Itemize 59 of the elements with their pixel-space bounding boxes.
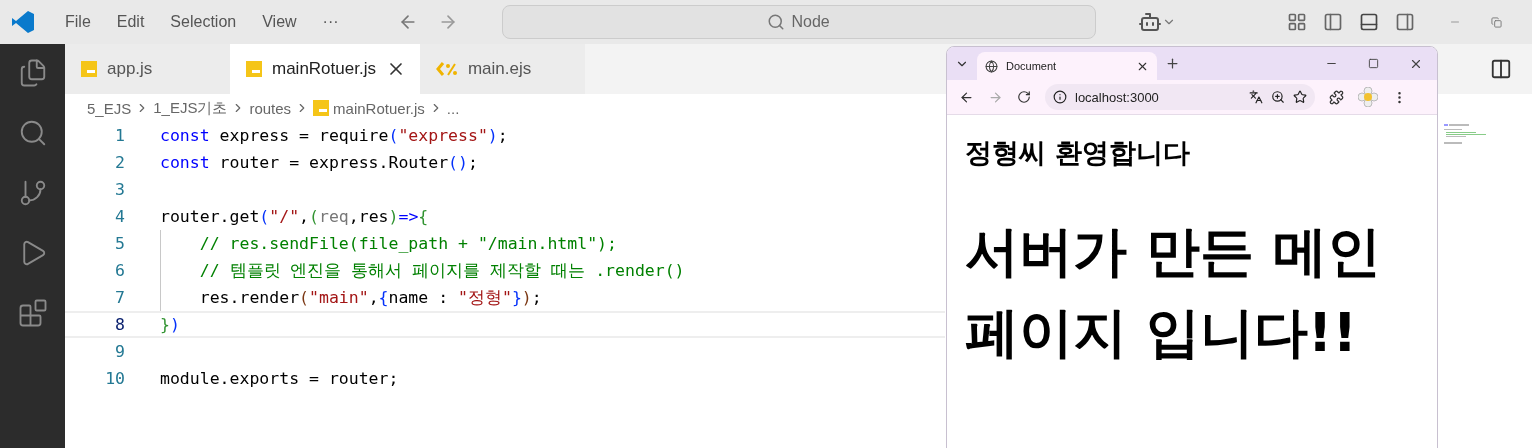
reload-icon[interactable] bbox=[1017, 90, 1031, 104]
page-heading: 정형씨 환영합니다 bbox=[965, 136, 1192, 170]
line-number: 1 bbox=[114, 126, 125, 145]
extensions-icon[interactable] bbox=[17, 298, 48, 328]
new-tab-icon[interactable] bbox=[1165, 56, 1180, 71]
right-panel-icon[interactable] bbox=[1395, 12, 1415, 32]
restore-icon[interactable] bbox=[1491, 16, 1502, 28]
code-text: // 템플릿 엔진을 통해서 페이지를 제작할 때는 .render() bbox=[198, 259, 685, 282]
ejs-file-icon bbox=[435, 61, 458, 77]
editor-tab[interactable]: app.js bbox=[65, 44, 230, 94]
line-number: 5 bbox=[114, 234, 125, 253]
menu-item[interactable]: Selection bbox=[159, 13, 248, 31]
layout-icon[interactable] bbox=[1287, 12, 1307, 32]
menu-item[interactable]: View bbox=[251, 13, 308, 31]
back-icon[interactable] bbox=[959, 89, 974, 105]
line-number: 4 bbox=[114, 207, 125, 226]
js-file-icon bbox=[246, 61, 262, 77]
app-logo-icon bbox=[10, 9, 36, 35]
line-number: 10 bbox=[104, 369, 125, 388]
line-number: 3 bbox=[114, 180, 125, 199]
js-file-icon bbox=[313, 100, 330, 116]
menu-item[interactable]: Edit bbox=[105, 13, 156, 31]
code-text: const router = express.Router(); bbox=[160, 153, 478, 172]
editor-tab[interactable]: main.ejs bbox=[419, 44, 585, 94]
code-text: module.exports = router; bbox=[160, 369, 399, 388]
breadcrumb-item[interactable]: 5_EJS bbox=[87, 99, 132, 117]
bottom-panel-icon[interactable] bbox=[1359, 12, 1379, 32]
editor-tab[interactable]: mainRotuer.js bbox=[230, 44, 420, 94]
puzzle-icon[interactable] bbox=[1329, 89, 1344, 105]
globe-icon bbox=[985, 59, 998, 73]
menu-item[interactable]: ··· bbox=[311, 13, 350, 31]
code-text: router.get("/",(req,res)=>{ bbox=[160, 207, 429, 226]
code-text: // res.sendFile(file_path + "/main.html"); bbox=[198, 234, 617, 253]
line-number: 9 bbox=[114, 342, 125, 361]
line-number: 6 bbox=[114, 261, 125, 280]
breadcrumb-item[interactable]: 1_EJS기초 bbox=[153, 98, 228, 118]
page-title: 서버가 만든 메인 페이지 입니다!! bbox=[965, 219, 1382, 366]
breadcrumb-item[interactable]: routes bbox=[249, 99, 292, 117]
star-icon[interactable] bbox=[1293, 90, 1307, 104]
translate-icon[interactable] bbox=[1249, 90, 1263, 104]
info-icon bbox=[1053, 90, 1067, 104]
breadcrumb-item[interactable]: mainRotuer.js bbox=[333, 99, 425, 117]
line-number: 8 bbox=[114, 315, 125, 334]
browser-tab[interactable]: Document bbox=[977, 52, 1157, 80]
js-file-icon bbox=[81, 61, 97, 77]
zoom-icon[interactable] bbox=[1271, 90, 1285, 104]
code-text: res.render("main",{name : "정형"}); bbox=[198, 286, 542, 309]
search-icon bbox=[767, 13, 786, 31]
line-number: 7 bbox=[114, 288, 125, 307]
left-panel-icon[interactable] bbox=[1323, 12, 1343, 32]
breadcrumb-item[interactable]: ... bbox=[446, 99, 460, 117]
code-text: }) bbox=[160, 315, 180, 334]
search-field[interactable]: Node bbox=[501, 5, 1096, 39]
address-field[interactable]: localhost:3000 bbox=[1045, 84, 1315, 110]
code-text: const express = require("express"); bbox=[160, 126, 508, 145]
menu-item[interactable]: File bbox=[54, 13, 102, 31]
line-number: 2 bbox=[114, 153, 125, 172]
maximize-icon[interactable] bbox=[1368, 58, 1379, 69]
robot-icon[interactable] bbox=[1137, 10, 1176, 34]
